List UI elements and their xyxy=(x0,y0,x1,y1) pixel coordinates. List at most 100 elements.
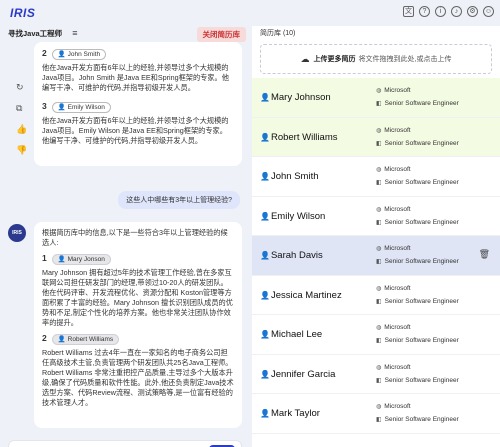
candidate-row[interactable]: 👤Sarah Davis ◍ Microsoft ◧ Senior Software… xyxy=(252,236,500,276)
candidate-row[interactable]: 👤Robert Williams ◍ Microsoft ◧ Senior Soft… xyxy=(252,117,500,157)
upload-hint: 将文件拖拽到此处,或点击上传 xyxy=(358,56,452,63)
trash-icon[interactable]: 🗑 xyxy=(479,249,490,260)
candidate-title: Senior Software Engineer xyxy=(384,139,459,147)
globe-icon: ◍ xyxy=(376,285,382,292)
top-bar: IRIS 文 ? i ♪ ⚙ ☺ xyxy=(0,0,500,26)
chat-title: 寻找Java工程师 xyxy=(8,28,63,38)
item-number: 3 xyxy=(42,101,47,111)
candidate-company: Microsoft xyxy=(384,166,411,173)
candidate-row[interactable]: 👤Michael Lee ◍ Microsoft ◧ Senior Software… xyxy=(252,315,500,355)
candidate-title: Senior Software Engineer xyxy=(384,376,459,384)
candidate-row[interactable]: 👤Mary Johnson ◍ Microsoft ◧ Senior Softwar… xyxy=(252,78,500,118)
item-text: 他在Java开发方面有6年以上的经验,并领导过多个大规模的Java项目。John… xyxy=(42,63,229,92)
candidate-tag[interactable]: 👤 John Smith xyxy=(51,49,107,60)
briefcase-icon: ◧ xyxy=(376,180,382,186)
bell-icon[interactable]: ♪ xyxy=(451,6,462,17)
candidate-company: Microsoft xyxy=(384,403,411,410)
person-icon: 👤 xyxy=(260,369,270,379)
app-logo: IRIS xyxy=(10,6,36,20)
candidate-list: 👤Mary Johnson ◍ Microsoft ◧ Senior Softwar… xyxy=(252,78,500,434)
person-icon: 👤 xyxy=(260,290,270,300)
candidate-row[interactable]: 👤Jennifer Garcia ◍ Microsoft ◧ Senior Soft… xyxy=(252,355,500,394)
person-icon: 👤 xyxy=(260,211,270,221)
candidate-company: Microsoft xyxy=(384,126,411,134)
chat-header: 寻找Java工程师 ≡ 关闭简历库 xyxy=(0,26,252,42)
globe-icon: ◍ xyxy=(376,206,382,213)
candidate-row[interactable]: 👤Jessica Martinez ◍ Microsoft ◧ Senior Sof… xyxy=(252,276,500,315)
upload-dropzone[interactable]: ☁ 上传更多简历 将文件拖拽到此处,或点击上传 xyxy=(260,44,492,74)
library-title: 简历库 (10) xyxy=(260,30,296,37)
globe-icon: ◍ xyxy=(376,167,382,173)
candidate-company: Microsoft xyxy=(384,284,411,292)
copy-icon[interactable]: ⧉ xyxy=(16,103,27,114)
candidate-title: Senior Software Engineer xyxy=(384,337,459,344)
globe-icon: ◍ xyxy=(376,88,382,94)
globe-icon: ◍ xyxy=(376,364,382,371)
candidate-company: Microsoft xyxy=(384,363,411,371)
chat-panel: 寻找Java工程师 ≡ 关闭简历库 ↻ ⧉ 👍 👎 2 👤 John Smith… xyxy=(0,26,252,447)
candidate-title: Senior Software Engineer xyxy=(384,179,459,186)
intro-text: 根据简历库中的信息,以下是一些符合3年以上管理经验的候选人: xyxy=(42,228,228,247)
person-icon: 👤 xyxy=(260,330,270,339)
translate-icon[interactable]: 文 xyxy=(403,6,414,17)
item-number: 2 xyxy=(42,333,47,343)
candidate-name: Jennifer Garcia xyxy=(270,368,336,380)
globe-icon: ◍ xyxy=(376,325,382,331)
briefcase-icon: ◧ xyxy=(376,101,382,107)
upload-label: 上传更多简历 xyxy=(313,56,356,63)
info-icon[interactable]: i xyxy=(435,6,446,17)
item-text: 他在Java开发方面有6年以上的经验,并领导过多个大规模的Java项目。Emil… xyxy=(42,116,229,145)
candidate-company: Microsoft xyxy=(384,205,411,213)
avatar: IRIS xyxy=(8,224,26,242)
close-library-button[interactable]: 关闭简历库 xyxy=(196,27,246,42)
candidate-name: Michael Lee xyxy=(270,329,323,340)
candidate-name: Robert Williams xyxy=(270,131,338,143)
resume-library-panel: 简历库 (10) ☁ 上传更多简历 将文件拖拽到此处,或点击上传 👤Mary J… xyxy=(252,26,500,447)
item-number: 1 xyxy=(42,253,47,263)
candidate-title: Senior Software Engineer xyxy=(384,416,459,423)
candidate-company: Microsoft xyxy=(384,87,411,94)
thumbs-up-icon[interactable]: 👍 xyxy=(16,124,27,135)
list-item: 2 👤 John Smith xyxy=(42,48,234,60)
briefcase-icon: ◧ xyxy=(376,140,382,147)
candidate-title: Senior Software Engineer xyxy=(384,297,459,305)
settings-icon[interactable]: ⚙ xyxy=(467,6,478,17)
person-icon: 👤 xyxy=(260,251,270,260)
list-item: 3 👤 Emily Wilson xyxy=(42,101,234,113)
briefcase-icon: ◧ xyxy=(376,338,382,344)
candidate-name: Mary Johnson xyxy=(270,92,331,103)
item-text: Robert Williams 过去4年一直在一家知名的电子商务公司担任高级技术… xyxy=(42,348,234,407)
candidate-tag[interactable]: 👤 Emily Wilson xyxy=(51,102,111,113)
help-icon[interactable]: ? xyxy=(419,6,430,17)
thumbs-down-icon[interactable]: 👎 xyxy=(16,145,27,156)
candidate-title: Senior Software Engineer xyxy=(384,258,459,265)
candidate-name: Emily Wilson xyxy=(270,210,326,222)
candidate-row[interactable]: 👤Emily Wilson ◍ Microsoft ◧ Senior Softwar… xyxy=(252,197,500,236)
assistant-message-1: 2 👤 John Smith 他在Java开发方面有6年以上的经验,并领导过多个… xyxy=(34,42,242,166)
briefcase-icon: ◧ xyxy=(376,259,382,265)
item-number: 2 xyxy=(42,48,47,58)
assistant-message-2: 根据简历库中的信息,以下是一些符合3年以上管理经验的候选人: 1 👤 Mary … xyxy=(34,222,242,428)
person-icon: 👤 xyxy=(260,172,270,181)
candidate-name: John Smith xyxy=(270,171,319,182)
menu-icon[interactable]: ≡ xyxy=(72,28,77,38)
candidate-company: Microsoft xyxy=(384,324,411,331)
person-icon: 👤 xyxy=(260,132,270,142)
candidate-row[interactable]: 👤John Smith ◍ Microsoft ◧ Senior Software … xyxy=(252,157,500,197)
briefcase-icon: ◧ xyxy=(376,377,382,384)
user-question: 这些人中哪些有3年以上管理经验? xyxy=(118,191,240,209)
list-item: 1 👤 Mary Jonson xyxy=(42,253,234,265)
globe-icon: ◍ xyxy=(376,246,382,252)
candidate-tag[interactable]: 👤 Robert Williams xyxy=(51,334,120,345)
candidate-name: Sarah Davis xyxy=(270,250,323,261)
briefcase-icon: ◧ xyxy=(376,417,382,423)
candidate-tag[interactable]: 👤 Mary Jonson xyxy=(51,254,111,265)
person-icon: 👤 xyxy=(260,409,270,418)
candidate-title: Senior Software Engineer xyxy=(384,100,459,107)
regenerate-icon[interactable]: ↻ xyxy=(16,82,27,93)
globe-icon: ◍ xyxy=(376,127,382,134)
account-icon[interactable]: ☺ xyxy=(483,6,494,17)
candidate-row[interactable]: 👤Mark Taylor ◍ Microsoft ◧ Senior Software… xyxy=(252,394,500,434)
candidate-company: Microsoft xyxy=(384,245,411,252)
globe-icon: ◍ xyxy=(376,404,382,410)
